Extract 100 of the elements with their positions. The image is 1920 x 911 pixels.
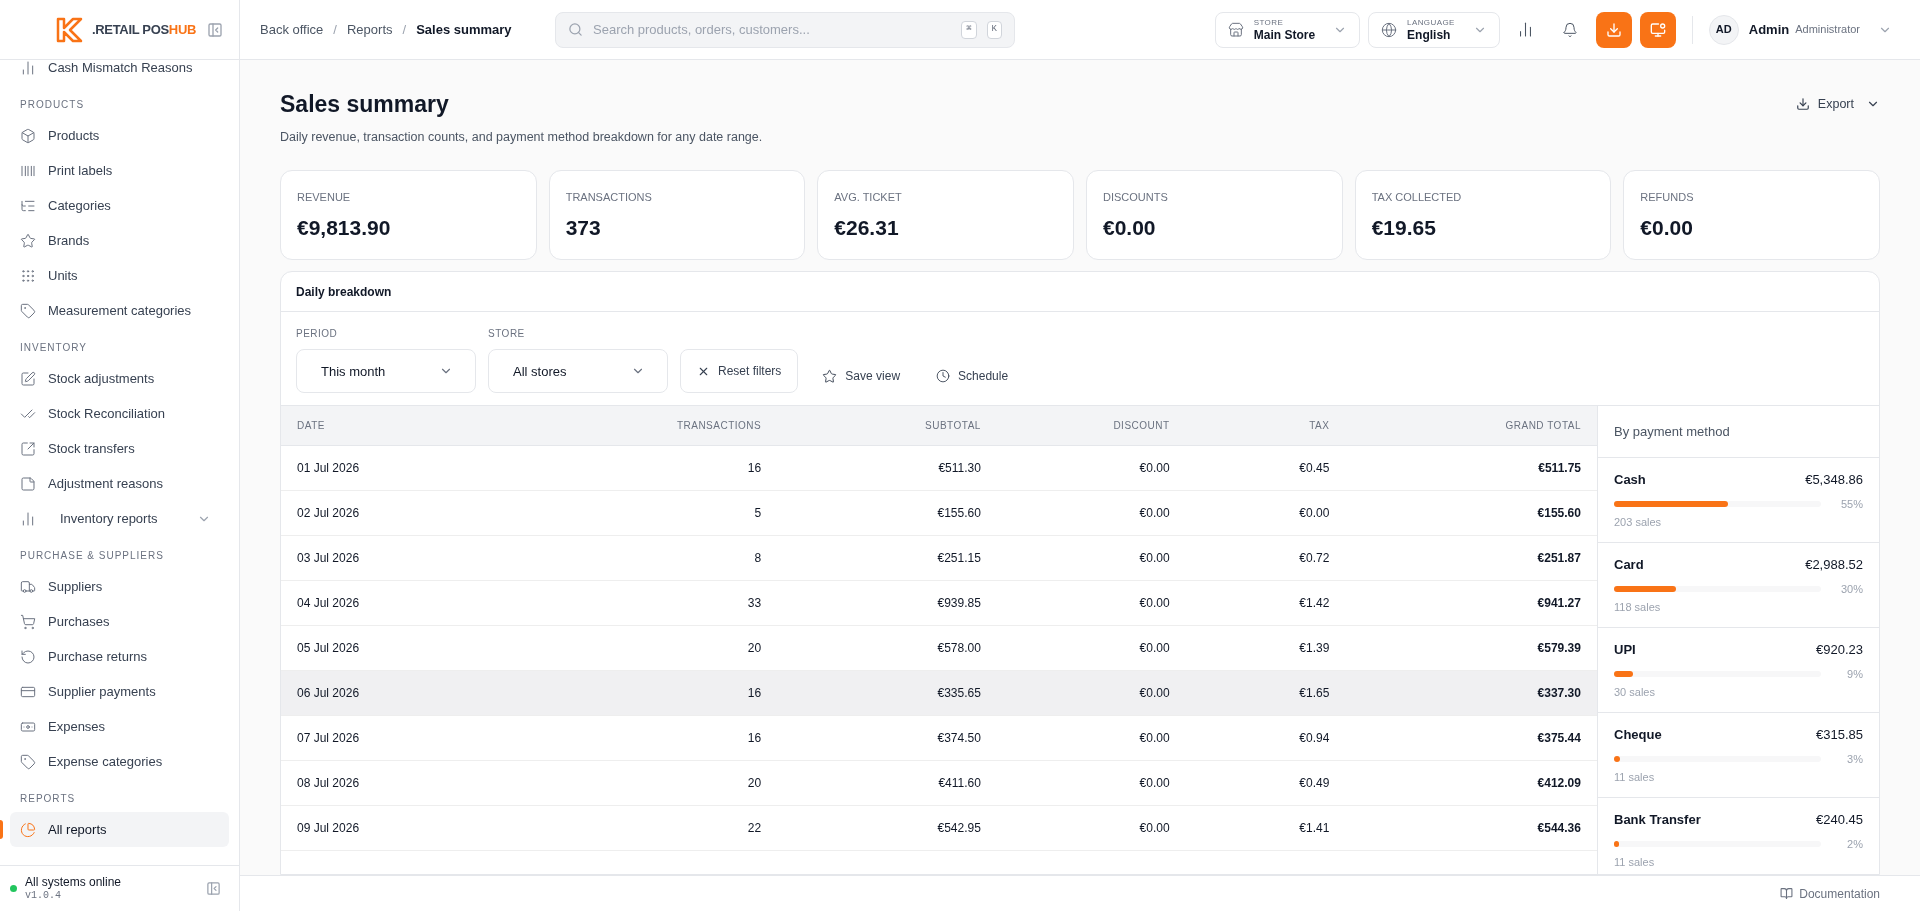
pos-terminal-button[interactable]: [1639, 11, 1676, 48]
sidebar-item[interactable]: Adjustment reasons: [10, 466, 229, 501]
table-cell-text: 22: [746, 820, 763, 838]
method-name: Card: [1614, 556, 1644, 575]
save-view-button[interactable]: Save view: [810, 354, 913, 399]
sidebar-item[interactable]: Cash Mismatch Reasons: [10, 60, 229, 85]
column-header: TAX: [1308, 419, 1331, 434]
note-icon: [20, 475, 36, 492]
sidebar-item[interactable]: Stock transfers: [10, 431, 229, 466]
method-percent: 55%: [1840, 496, 1863, 512]
sidebar-item[interactable]: Stock adjustments: [10, 361, 229, 396]
search-icon: [568, 22, 583, 37]
chart-icon: [20, 510, 36, 527]
kpi-label: DISCOUNTS: [1103, 190, 1169, 206]
search-input[interactable]: Search products, orders, customers...: [593, 19, 952, 40]
column-header: SUBTOTAL: [924, 419, 982, 434]
store-selector[interactable]: STORE Main Store: [1214, 11, 1361, 48]
logo-icon: [56, 16, 84, 43]
kpi-label: TRANSACTIONS: [565, 190, 653, 206]
documentation-link[interactable]: Documentation: [1780, 884, 1880, 903]
collapse-sidebar-button[interactable]: [206, 881, 221, 896]
table-cell-text: €0.00: [1138, 775, 1171, 793]
column-header: GRAND TOTAL: [1504, 419, 1582, 434]
cart-icon: [20, 613, 36, 630]
sales-count: 118 sales: [1614, 600, 1662, 616]
table-cell-text: 09 Jul 2026: [296, 820, 361, 838]
table-cell-text: €251.15: [936, 550, 982, 568]
sidebar-item[interactable]: Expense categories: [10, 744, 229, 779]
monitor-icon: [1649, 21, 1666, 38]
method-percent: 9%: [1847, 666, 1863, 682]
store-icon: [1227, 21, 1244, 38]
clock-icon: [936, 369, 951, 384]
kpi-value: €0.00: [1103, 214, 1157, 241]
column-header: DISCOUNT: [1112, 419, 1171, 434]
table-cell-text: €411.60: [937, 775, 982, 793]
logo-text: .RETAIL POSHUB: [92, 20, 197, 39]
kpi-value: €26.31: [834, 214, 900, 241]
table-cell-text: 05 Jul 2026: [296, 640, 361, 658]
version-label: v1.0.4: [25, 889, 62, 903]
sidebar-item[interactable]: Stock Reconciliation: [10, 396, 229, 431]
sidebar-item[interactable]: Print labels: [10, 153, 229, 188]
sidebar-toggle-icon: [206, 881, 221, 896]
kpi-value: 373: [565, 214, 602, 241]
table-cell-text: €544.36: [1536, 820, 1582, 838]
sidebar-item[interactable]: Products: [10, 118, 229, 153]
table-cell-text: €337.30: [1536, 685, 1582, 703]
panel-title: By payment method: [1614, 423, 1730, 441]
breadcrumb-link[interactable]: Back office: [260, 19, 324, 40]
sidebar-item[interactable]: Measurement categories: [10, 293, 229, 328]
sidebar-item[interactable]: Suppliers: [10, 569, 229, 604]
sidebar-item[interactable]: Categories: [10, 188, 229, 223]
section-heading: INVENTORY: [19, 341, 88, 355]
kpi-label: REVENUE: [297, 190, 352, 206]
chart-icon: [20, 60, 36, 76]
search-field[interactable]: Search products, orders, customers... ⌘ K: [555, 11, 1015, 48]
table-cell-text: €0.00: [1138, 730, 1171, 748]
schedule-button[interactable]: Schedule: [924, 354, 1021, 399]
sidebar-item[interactable]: Purchase returns: [10, 639, 229, 674]
method-percent: 30%: [1840, 581, 1863, 597]
user-menu[interactable]: AD Admin Administrator: [1708, 14, 1892, 45]
page-title: Sales summary: [280, 90, 450, 119]
filter-dropdown[interactable]: This month: [296, 349, 476, 394]
table-cell-text: €0.00: [1138, 820, 1171, 838]
table-cell-text: €511.75: [1537, 460, 1582, 478]
sidebar-item[interactable]: Units: [10, 258, 229, 293]
sidebar-item[interactable]: Purchases: [10, 604, 229, 639]
filter-dropdown[interactable]: All stores: [488, 349, 668, 394]
table-cell-text: €1.41: [1298, 820, 1331, 838]
table-cell-text: 01 Jul 2026: [296, 460, 361, 478]
column-header: TRANSACTIONS: [675, 419, 763, 434]
pie-chart-icon: [20, 821, 36, 838]
reset-filters-button[interactable]: Reset filters: [680, 349, 799, 394]
export-button[interactable]: Export: [1795, 95, 1880, 114]
breadcrumb-link[interactable]: Reports: [347, 19, 393, 40]
table-cell-text: €1.65: [1298, 685, 1331, 703]
kpi-label: AVG. TICKET: [834, 190, 903, 206]
table-cell-text: 16: [746, 730, 763, 748]
shortcut-key: K: [986, 20, 1002, 39]
user-role: Administrator: [1795, 22, 1860, 38]
table-cell-text: 08 Jul 2026: [296, 775, 361, 793]
sales-count: 203 sales: [1614, 515, 1663, 531]
sidebar-item[interactable]: Brands: [10, 223, 229, 258]
active-indicator: [0, 820, 3, 839]
method-percent: 3%: [1847, 751, 1863, 767]
collapse-sidebar-button[interactable]: [207, 21, 223, 38]
method-name: Bank Transfer: [1614, 811, 1701, 830]
table-cell-text: €0.72: [1298, 550, 1331, 568]
download-button[interactable]: [1595, 11, 1632, 48]
sidebar-item[interactable]: Supplier payments: [10, 674, 229, 709]
language-selector[interactable]: LANGUAGE English: [1368, 11, 1500, 48]
shortcut-key: ⌘: [961, 20, 977, 39]
download-icon: [1605, 21, 1622, 38]
breadcrumb-link[interactable]: Sales summary: [416, 19, 512, 40]
sidebar-item[interactable]: Expenses: [10, 709, 229, 744]
sidebar-item[interactable]: Inventory reports: [10, 501, 229, 536]
sidebar-item[interactable]: All reports: [10, 812, 229, 847]
table-cell-text: €939.85: [936, 595, 982, 613]
table-cell-text: 07 Jul 2026: [296, 730, 361, 748]
section-heading: PURCHASE & SUPPLIERS: [19, 549, 165, 563]
table-row[interactable]: 06 Jul 2026 16 €335.65 €0.00 €1.65 €337.30: [281, 671, 1597, 717]
